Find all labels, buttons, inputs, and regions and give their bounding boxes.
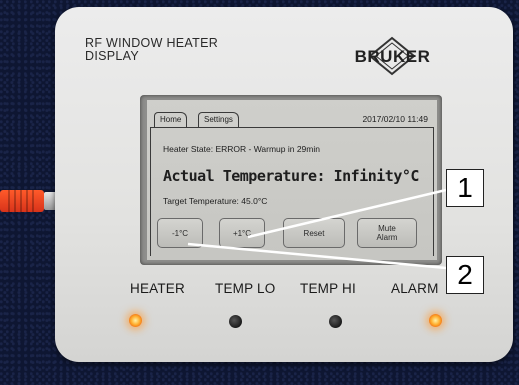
callout-1-label: 1 [446,169,484,207]
callout-2-label: 2 [446,256,484,294]
callout-1-leader [247,188,447,239]
callout-leader-lines [187,188,447,270]
callout-2-leader [187,242,447,270]
